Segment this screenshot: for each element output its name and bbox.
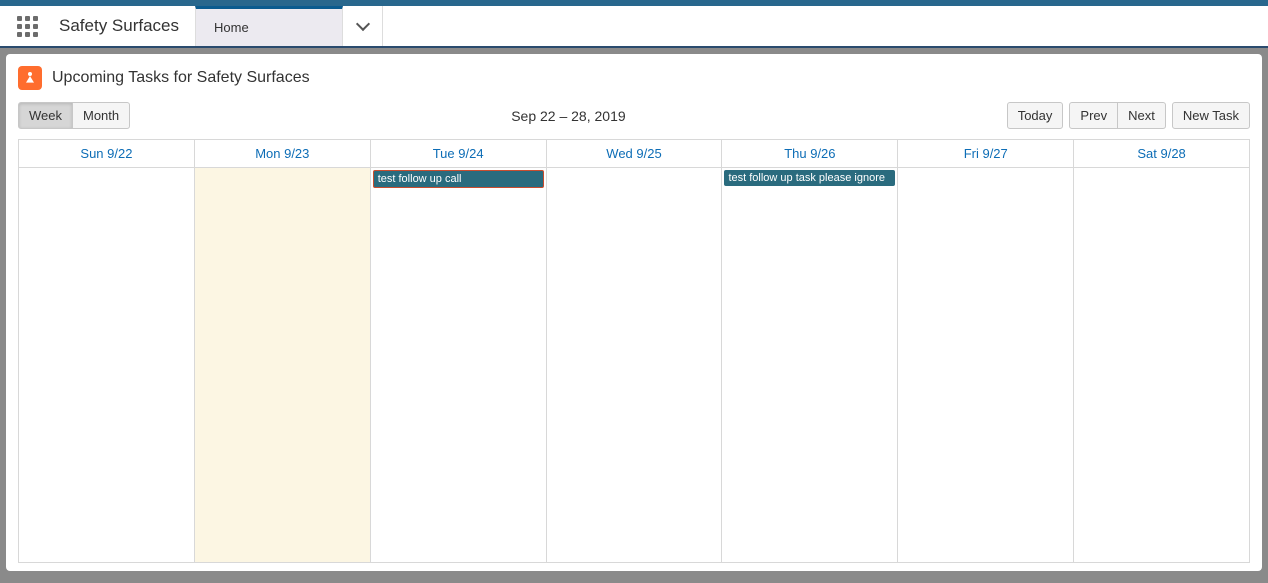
prev-button[interactable]: Prev — [1069, 102, 1118, 129]
day-column: Sat 9/28 — [1074, 140, 1249, 562]
calendar-event[interactable]: test follow up call — [373, 170, 544, 188]
day-header: Tue 9/24 — [371, 140, 546, 168]
day-body[interactable]: test follow up call — [371, 168, 546, 562]
card-title: Upcoming Tasks for Safety Surfaces — [52, 69, 310, 87]
tasks-icon — [18, 66, 42, 90]
card-header: Upcoming Tasks for Safety Surfaces — [18, 66, 1250, 90]
day-body[interactable] — [547, 168, 722, 562]
date-range-label: Sep 22 – 28, 2019 — [130, 108, 1007, 124]
new-task-button[interactable]: New Task — [1172, 102, 1250, 129]
view-week-button[interactable]: Week — [18, 102, 73, 129]
view-toggle: Week Month — [18, 102, 130, 129]
app-launcher-icon — [17, 16, 38, 37]
day-header: Thu 9/26 — [722, 140, 897, 168]
day-column: Fri 9/27 — [898, 140, 1074, 562]
day-column: Sun 9/22 — [19, 140, 195, 562]
day-column: Thu 9/26 test follow up task please ignor… — [722, 140, 898, 562]
today-button[interactable]: Today — [1007, 102, 1064, 129]
tab-dropdown[interactable] — [343, 6, 383, 46]
day-body[interactable] — [1074, 168, 1249, 562]
day-body[interactable] — [19, 168, 194, 562]
day-column: Mon 9/23 — [195, 140, 371, 562]
day-header: Sun 9/22 — [19, 140, 194, 168]
chevron-down-icon — [355, 17, 369, 31]
topbar: Safety Surfaces Home — [0, 6, 1268, 48]
tab-bar: Home — [195, 6, 383, 46]
nav-buttons: Prev Next — [1069, 102, 1165, 129]
day-body[interactable] — [195, 168, 370, 562]
day-header: Wed 9/25 — [547, 140, 722, 168]
calendar-event[interactable]: test follow up task please ignore — [724, 170, 895, 186]
content-frame: Upcoming Tasks for Safety Surfaces Week … — [0, 48, 1268, 583]
upcoming-tasks-card: Upcoming Tasks for Safety Surfaces Week … — [6, 54, 1262, 571]
day-column: Tue 9/24 test follow up call — [371, 140, 547, 562]
next-button[interactable]: Next — [1118, 102, 1166, 129]
app-launcher[interactable] — [0, 6, 55, 46]
calendar-grid: Sun 9/22Mon 9/23Tue 9/24 test follow up c… — [18, 139, 1250, 563]
day-body[interactable] — [898, 168, 1073, 562]
app-name: Safety Surfaces — [55, 6, 195, 46]
day-column: Wed 9/25 — [547, 140, 723, 562]
day-header: Mon 9/23 — [195, 140, 370, 168]
day-header: Fri 9/27 — [898, 140, 1073, 168]
day-body[interactable]: test follow up task please ignore — [722, 168, 897, 562]
day-header: Sat 9/28 — [1074, 140, 1249, 168]
calendar-toolbar: Week Month Sep 22 – 28, 2019 Today Prev … — [18, 102, 1250, 129]
view-month-button[interactable]: Month — [73, 102, 130, 129]
tab-home[interactable]: Home — [195, 6, 343, 46]
